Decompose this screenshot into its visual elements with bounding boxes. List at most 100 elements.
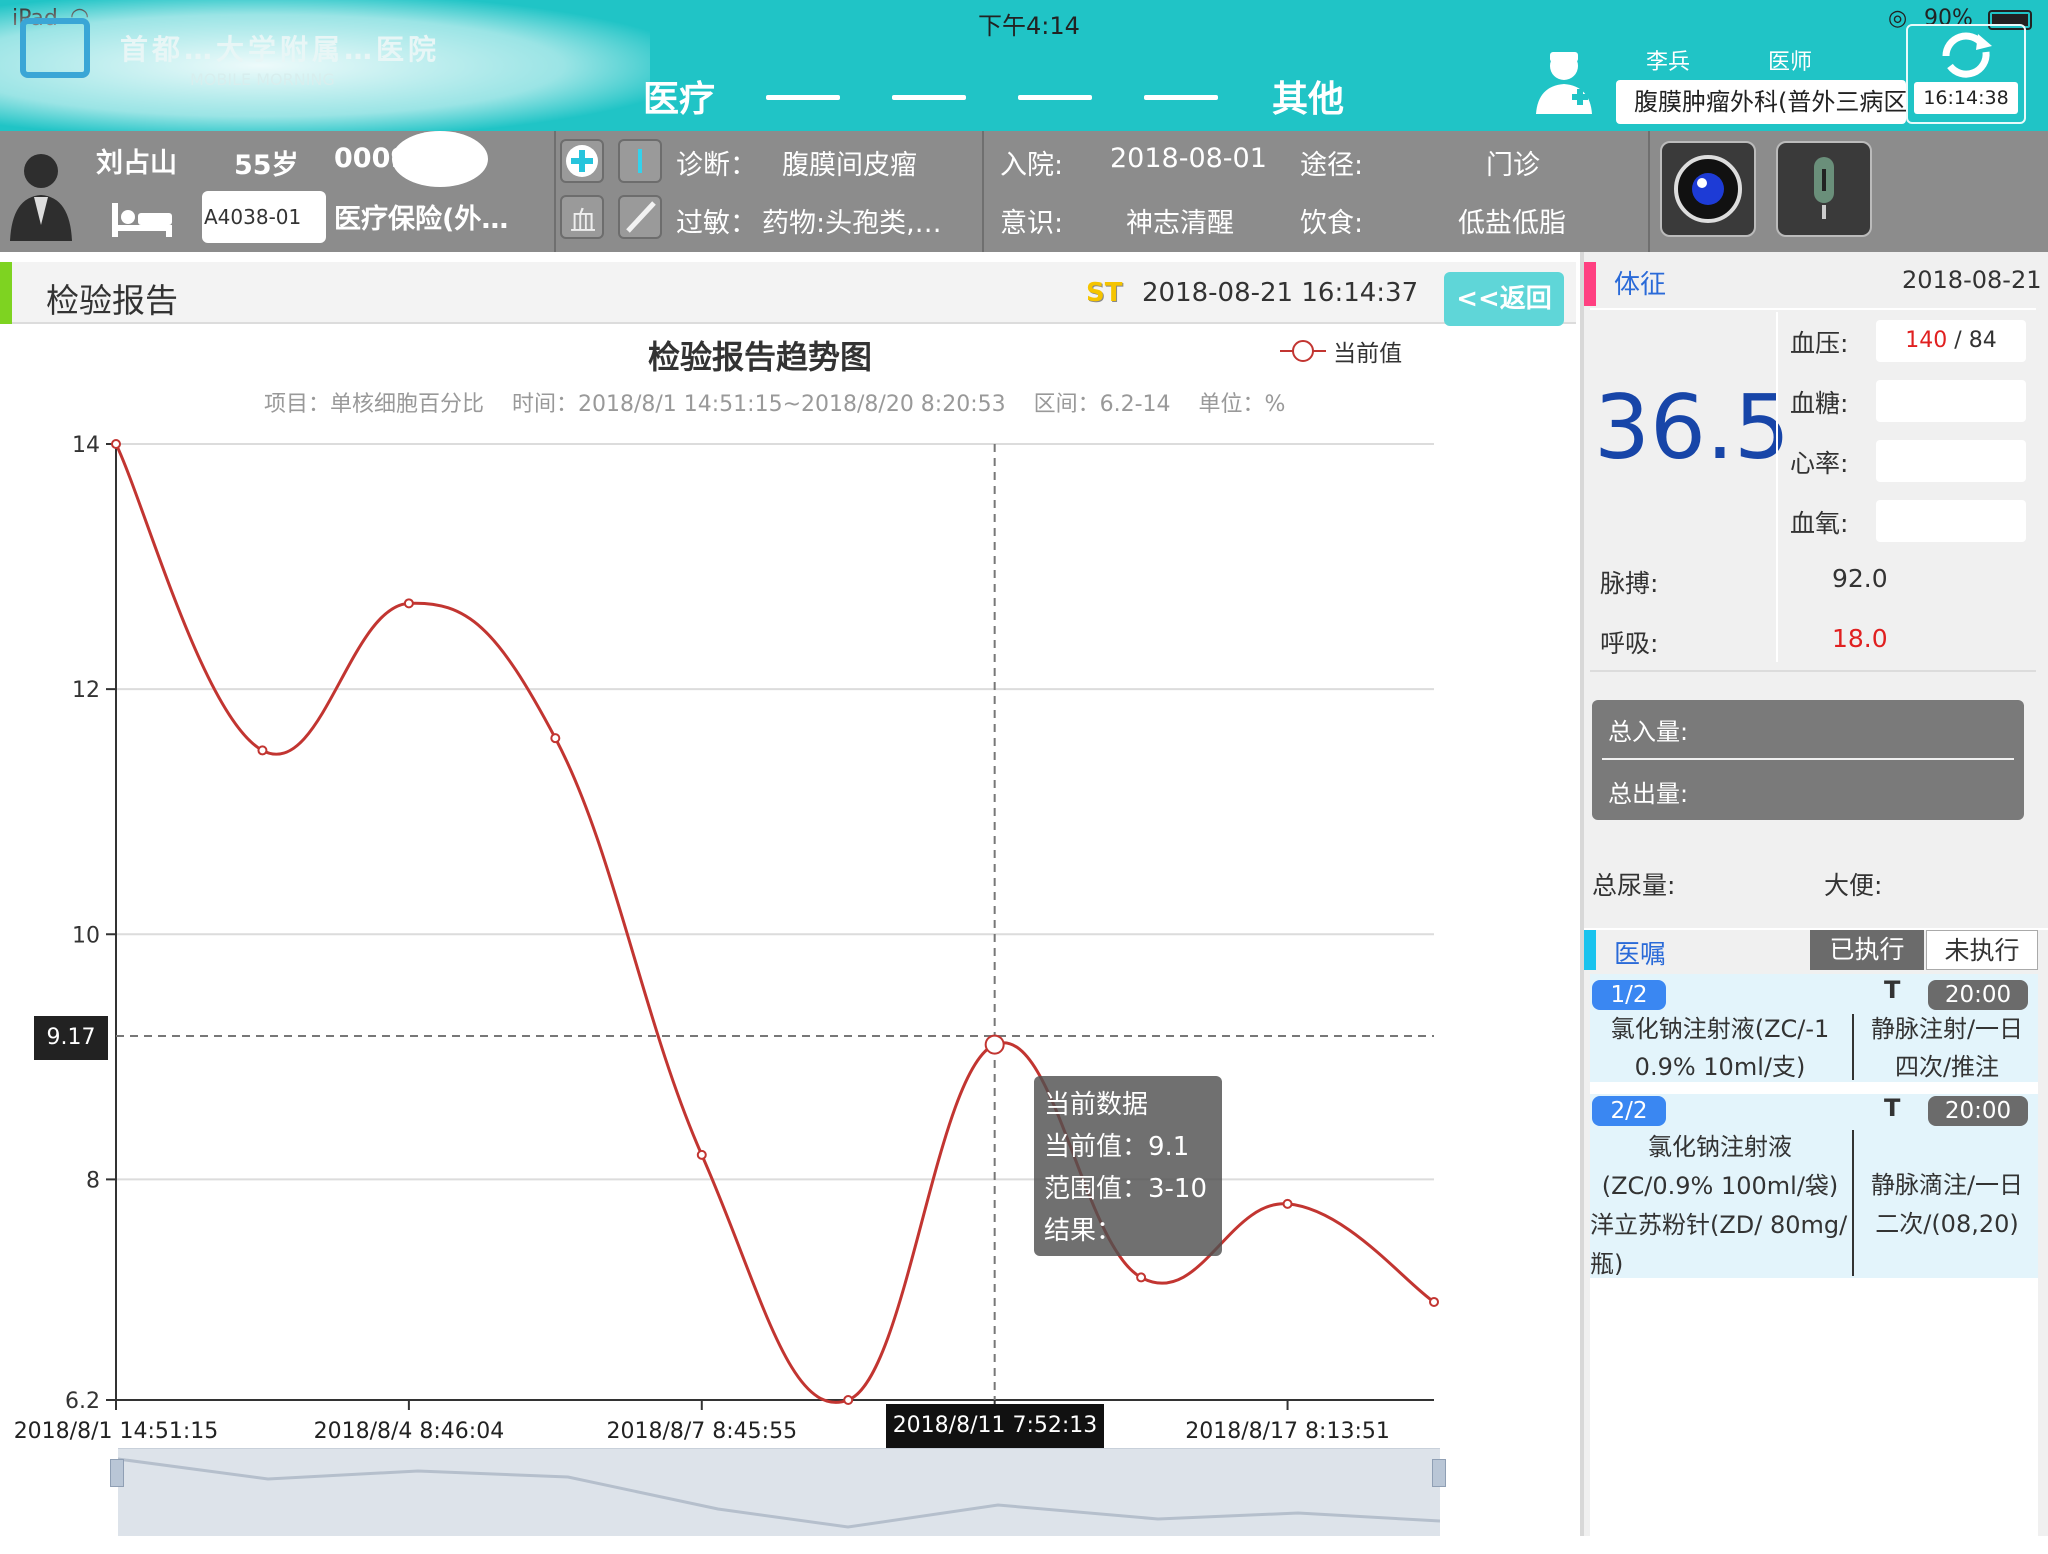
nav-item-4[interactable] (1144, 95, 1218, 100)
bp-diastolic: 84 (1968, 328, 1997, 353)
info-icon (638, 149, 642, 173)
spo2-label: 血氧: (1790, 509, 1849, 538)
list-item[interactable]: 2/2 T 20:00 氯化钠注射液 (ZC/0.9% 100ml/袋) 洋立苏… (1590, 1094, 2038, 1278)
route-value: 门诊 (1486, 150, 1540, 181)
drug-line: 瓶) (1590, 1250, 1624, 1278)
hospital-sub: MOBILE MORNING (190, 70, 335, 89)
divider (1590, 308, 2036, 310)
trend-chart[interactable]: 6.2 8 10 12 14 2018/8/1 14:51:15 2018/8/4 8:46… (0, 252, 1576, 1536)
data-point (696, 1149, 707, 1160)
conscious-label: 意识: (1000, 208, 1064, 239)
syringe-icon (626, 201, 656, 233)
plus-icon (566, 145, 598, 177)
vitals-title: 体征 (1614, 270, 1667, 300)
hospital-name: 首都…大学附属…医院 (120, 33, 441, 66)
pulse-label: 脉搏: (1600, 569, 1659, 598)
resp-value: 18.0 (1832, 624, 1888, 653)
tooltip-range: 范围值：3-10 (1044, 1174, 1208, 1204)
doctor-name: 李兵 (1646, 50, 1691, 75)
sync-time: 16:14:38 (1914, 82, 2018, 114)
hr-field[interactable] (1876, 440, 2026, 482)
zoom-preview-line (117, 1457, 1441, 1529)
nav-other[interactable]: 其他 (1272, 70, 1344, 122)
drug-line: 0.9% 10ml/支) (1634, 1053, 1806, 1081)
bed-icon (112, 203, 172, 237)
info-button[interactable] (618, 139, 662, 183)
camera-button[interactable] (1660, 141, 1756, 237)
admit-label: 入院: (1000, 150, 1064, 181)
zoom-slider[interactable] (110, 1448, 1446, 1536)
nav-item-2[interactable] (892, 95, 966, 100)
list-item[interactable]: 1/2 T 20:00 氯化钠注射液(ZC/-1 0.9% 10ml/支) 静脉… (1590, 974, 2038, 1082)
bp-systolic: 140 (1905, 328, 1948, 353)
urine-label: 总尿量: (1592, 871, 1676, 900)
usage-line: 二次/(08,20) (1875, 1210, 2019, 1238)
refresh-icon (1942, 32, 1992, 78)
data-point (1282, 1198, 1293, 1209)
temperature: 36.5 (1594, 376, 1790, 479)
pulse-value: 92.0 (1832, 564, 1888, 593)
divider (1602, 758, 2014, 760)
x-tick-label: 2018/8/7 8:45:55 (606, 1419, 797, 1444)
top-header: iPad ◠ 下午4:14 ◎ 90% 首都…大学附属…医院 MOBILE MO… (0, 0, 2048, 131)
nav-item-1[interactable] (766, 95, 840, 100)
allergy-label: 过敏： (676, 208, 757, 239)
tab-pending[interactable]: 未执行 (1926, 930, 2038, 970)
id-redaction (392, 131, 488, 187)
blood-button[interactable]: 血 (560, 195, 604, 239)
zoom-left-handle[interactable] (110, 1459, 124, 1487)
insurance-type: 医疗保险(外… (334, 204, 509, 235)
needle-button[interactable] (618, 195, 662, 239)
nav-item-3[interactable] (1018, 95, 1092, 100)
drug-line: (ZC/0.9% 100ml/袋) (1601, 1172, 1839, 1200)
patient-bar: 刘占山 55岁 0009…7 A4038-01 医疗保险(外… 血 诊断： 腹膜… (0, 131, 2048, 252)
department-select[interactable]: 腹膜肿瘤外科(普外三病区 (1616, 80, 1906, 124)
fluid-box[interactable]: 总入量: 总出量: (1592, 700, 2024, 820)
divider (1590, 670, 2036, 672)
route-label: 途径: (1300, 150, 1364, 181)
diagnosis-label: 诊断： (676, 150, 757, 181)
order-usage: 静脉滴注/一日 二次/(08,20) (1856, 1166, 2038, 1244)
y-tick-label: 14 (72, 433, 100, 458)
hospital-emblem-icon (20, 18, 90, 78)
sugar-field[interactable] (1876, 380, 2026, 422)
divider (1852, 1014, 1854, 1080)
camera-icon (1674, 155, 1742, 223)
cursor-x-label: 2018/8/11 7:52:13 (886, 1404, 1104, 1448)
spo2-field[interactable] (1876, 500, 2026, 542)
bp-label: 血压: (1790, 329, 1849, 358)
order-type: T (1884, 976, 1901, 1004)
microphone-icon (1814, 157, 1834, 219)
bp-field[interactable]: 140 / 84 (1876, 320, 2026, 362)
tooltip-current: 当前值：9.1 (1044, 1132, 1190, 1162)
divider (554, 131, 556, 252)
y-tick-label: 12 (72, 678, 100, 703)
stool-label: 大便: (1824, 871, 1883, 900)
x-tick-label: 2018/8/17 8:13:51 (1185, 1419, 1390, 1444)
microphone-button[interactable] (1776, 141, 1872, 237)
bp-separator: / (1947, 328, 1969, 353)
usage-line: 静脉注射/一日 (1870, 1015, 2024, 1043)
data-point (843, 1395, 854, 1405)
tab-executed[interactable]: 已执行 (1810, 930, 1924, 970)
order-time: 20:00 (1928, 1096, 2028, 1126)
report-panel: 检验报告 ST 2018-08-21 16:14:37 <<返回 检验报告趋势图… (0, 252, 1576, 1536)
conscious-value: 神志清醒 (1126, 208, 1234, 239)
diet-label: 饮食: (1300, 208, 1364, 239)
nav-medical[interactable]: 医疗 (643, 70, 715, 122)
blood-icon: 血 (570, 207, 597, 237)
lock-rotation-icon: ◎ (1888, 6, 1908, 31)
output-label: 总出量: (1608, 780, 1689, 808)
zoom-right-handle[interactable] (1432, 1459, 1446, 1487)
cursor-y-label: 9.17 (34, 1016, 108, 1060)
order-drug: 氯化钠注射液(ZC/-1 0.9% 10ml/支) (1590, 1010, 1850, 1086)
doctor-role: 医师 (1768, 50, 1813, 75)
drug-line: 洋立苏粉针(ZD/ 80mg/ (1590, 1211, 1848, 1239)
sync-button[interactable]: 16:14:38 (1906, 24, 2026, 124)
series-line (114, 443, 1435, 1404)
orders-marker (1584, 930, 1596, 970)
add-button[interactable] (560, 139, 604, 183)
divider (1852, 1130, 1854, 1276)
tooltip-result: 结果： (1044, 1216, 1123, 1246)
hospital-logo: 首都…大学附属…医院 MOBILE MORNING (0, 0, 650, 131)
